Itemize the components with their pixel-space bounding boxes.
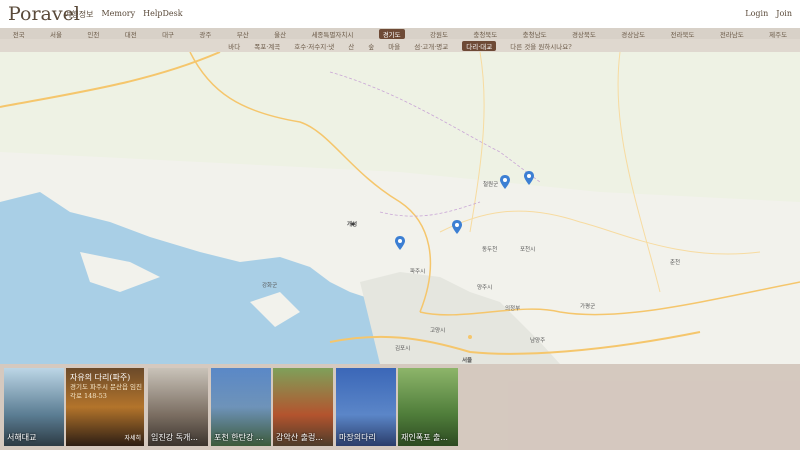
spot-card[interactable]: 임진강 독개... xyxy=(148,368,208,446)
map-marker-icon[interactable] xyxy=(395,236,405,250)
map-label-uijeongbu: 의정부 xyxy=(505,306,521,312)
category-tab[interactable]: 다리·대교 xyxy=(462,40,497,51)
main-nav: 여행정보 Memory HelpDesk xyxy=(64,9,183,20)
region-tab[interactable]: 경상북도 xyxy=(572,29,596,39)
map-marker-icon[interactable] xyxy=(452,220,462,234)
spot-card-label: 임진강 독개... xyxy=(151,433,198,442)
map-label-yangju: 양주시 xyxy=(477,285,493,291)
map-view[interactable]: 개성 서울 강화군 파주시 동두천 포천시 철원군 양주시 의정부 김포시 고양… xyxy=(0,52,800,364)
map-label-chuncheon: 춘천 xyxy=(670,260,681,266)
region-tab[interactable]: 세종특별자치시 xyxy=(311,29,353,39)
map-label-cheorwon: 철원군 xyxy=(483,182,499,188)
map-label-goyang: 고양시 xyxy=(430,328,446,334)
top-bar: Poravel 여행정보 Memory HelpDesk Login Join xyxy=(0,0,800,28)
spot-card-title: 자유의 다리(파주) xyxy=(70,373,131,382)
category-tab[interactable]: 마을 xyxy=(388,41,400,51)
spot-card-label: 마장의다리 xyxy=(339,433,376,442)
region-tab[interactable]: 광주 xyxy=(199,29,211,39)
region-tab[interactable]: 대전 xyxy=(125,29,137,39)
spot-card-label: 포천 한탄강 ... xyxy=(214,433,264,442)
map-label-paju: 파주시 xyxy=(410,269,426,275)
category-tab[interactable]: 섬·고개·명교 xyxy=(414,41,448,51)
region-tab[interactable]: 부산 xyxy=(237,29,249,39)
spot-card-more-link[interactable]: 자세히 xyxy=(124,433,141,442)
region-tab[interactable]: 인천 xyxy=(87,29,99,39)
auth-links: Login Join xyxy=(745,9,792,18)
nav-memory[interactable]: Memory xyxy=(101,9,135,20)
category-tab[interactable]: 호수·저수지·냇 xyxy=(294,41,334,51)
map-label-ganghwa: 강화군 xyxy=(262,283,278,289)
map-label-pocheon: 포천시 xyxy=(520,247,536,253)
region-tab[interactable]: 경기도 xyxy=(378,28,405,39)
nav-travel-info[interactable]: 여행정보 xyxy=(64,9,93,20)
spot-card-label: 감악산 출렁... xyxy=(276,433,323,442)
region-tab[interactable]: 충청남도 xyxy=(523,29,547,39)
region-tab[interactable]: 제주도 xyxy=(769,29,787,39)
category-tabs: 바다 폭포·계곡 호수·저수지·냇 산 숲 마을 섬·고개·명교 다리·대교 다른 것을 원하시… xyxy=(0,39,800,52)
region-tab[interactable]: 울산 xyxy=(274,29,286,39)
map-marker-icon[interactable] xyxy=(500,175,510,189)
region-tab[interactable]: 전라북도 xyxy=(671,29,695,39)
category-tab[interactable]: 폭포·계곡 xyxy=(254,41,280,51)
region-tab[interactable]: 서울 xyxy=(50,29,62,39)
spot-card[interactable]: 마장의다리 xyxy=(336,368,396,446)
region-tab[interactable]: 전국 xyxy=(13,29,25,39)
map-label-dongducheon: 동두천 xyxy=(482,247,498,253)
category-tab[interactable]: 숲 xyxy=(368,41,374,51)
map-label-seoul: 서울 xyxy=(462,358,473,364)
region-tab[interactable]: 충청북도 xyxy=(473,29,497,39)
spot-card[interactable]: 재인폭포 출... xyxy=(398,368,458,446)
map-label-gaeseong: 개성 xyxy=(347,222,358,228)
spot-card-label: 서해대교 xyxy=(7,433,37,442)
region-tab[interactable]: 경상남도 xyxy=(621,29,645,39)
spot-card-address: 경기도 파주시 문산읍 임진각로 148-53 xyxy=(70,383,142,400)
region-tab[interactable]: 대구 xyxy=(162,29,174,39)
spot-card-label: 재인폭포 출... xyxy=(401,433,448,442)
spot-card[interactable]: 서해대교 xyxy=(4,368,64,446)
category-tab[interactable]: 바다 xyxy=(228,41,240,51)
map-marker-icon[interactable] xyxy=(524,171,534,185)
nav-helpdesk[interactable]: HelpDesk xyxy=(143,9,183,20)
join-link[interactable]: Join xyxy=(776,9,792,18)
spot-card-hover[interactable]: 자유의 다리(파주) 경기도 파주시 문산읍 임진각로 148-53 자세히 xyxy=(66,368,144,446)
region-tab[interactable]: 전라남도 xyxy=(720,29,744,39)
region-tabs: 전국 서울 인천 대전 대구 광주 부산 울산 세종특별자치시 경기도 강원도 충청북도 충청남도 경상북… xyxy=(0,28,800,39)
map-label-gimpo: 김포시 xyxy=(395,346,411,352)
map-label-namyangju: 남양주 xyxy=(530,338,546,344)
spot-card[interactable]: 포천 한탄강 ... xyxy=(211,368,271,446)
map-canvas[interactable] xyxy=(0,52,800,364)
map-label-gapyeong: 가평군 xyxy=(580,304,596,310)
region-tab[interactable]: 강원도 xyxy=(430,29,448,39)
category-tab[interactable]: 산 xyxy=(348,41,354,51)
login-link[interactable]: Login xyxy=(745,9,768,18)
category-tab[interactable]: 다른 것을 원하시나요? xyxy=(510,41,571,51)
spot-card[interactable]: 감악산 출렁... xyxy=(273,368,333,446)
spot-card-strip: 서해대교 자유의 다리(파주) 경기도 파주시 문산읍 임진각로 148-53 … xyxy=(0,364,800,450)
